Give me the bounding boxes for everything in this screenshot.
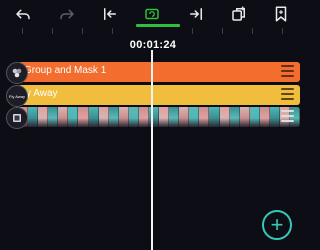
video-frame bbox=[209, 107, 220, 127]
video-frame bbox=[78, 107, 89, 127]
video-frame bbox=[28, 107, 39, 127]
video-frame bbox=[189, 107, 200, 127]
video-frame bbox=[108, 107, 119, 127]
video-frame bbox=[169, 107, 180, 127]
video-frames bbox=[18, 107, 300, 127]
playhead[interactable] bbox=[151, 50, 153, 250]
drag-handle-icon[interactable] bbox=[281, 65, 294, 77]
drag-handle-icon[interactable] bbox=[281, 110, 294, 122]
bookmark-icon[interactable] bbox=[270, 4, 292, 24]
video-frame bbox=[138, 107, 150, 127]
video-frame bbox=[118, 107, 129, 127]
video-frame bbox=[68, 107, 79, 127]
jump-end-icon[interactable] bbox=[185, 4, 207, 24]
video-frame bbox=[219, 107, 230, 127]
track-label: y Away bbox=[26, 88, 58, 99]
video-frame bbox=[159, 107, 170, 127]
loop-icon[interactable] bbox=[141, 4, 163, 24]
track-group-and-mask[interactable]: Group and Mask 1 bbox=[18, 62, 300, 82]
video-frame bbox=[259, 107, 270, 127]
track-fly-away[interactable]: y Away bbox=[18, 85, 300, 105]
track-video[interactable] bbox=[18, 107, 300, 127]
duplicate-icon[interactable] bbox=[228, 4, 250, 24]
jump-start-icon[interactable] bbox=[99, 4, 121, 24]
undo-icon[interactable] bbox=[12, 4, 34, 24]
video-frame bbox=[239, 107, 250, 127]
top-toolbar bbox=[0, 0, 314, 28]
video-frame bbox=[128, 107, 139, 127]
group-layer-icon bbox=[6, 62, 28, 84]
video-frame bbox=[199, 107, 210, 127]
video-frame bbox=[98, 107, 109, 127]
video-frame bbox=[58, 107, 69, 127]
video-frame bbox=[179, 107, 190, 127]
video-frame bbox=[269, 107, 281, 127]
video-frame bbox=[88, 107, 99, 127]
video-frame bbox=[38, 107, 49, 127]
drag-handle-icon[interactable] bbox=[281, 88, 294, 100]
video-clip-icon bbox=[6, 107, 28, 129]
text-layer-thumbnail: Fly Away bbox=[6, 85, 28, 107]
add-layer-button[interactable]: + bbox=[262, 210, 292, 240]
thumbnail-text: Fly Away bbox=[9, 93, 25, 99]
video-frame bbox=[229, 107, 240, 127]
redo-icon[interactable] bbox=[56, 4, 78, 24]
playhead-timecode: 00:01:24 bbox=[129, 39, 177, 51]
video-frame bbox=[249, 107, 260, 127]
video-frame bbox=[48, 107, 59, 127]
track-label: Group and Mask 1 bbox=[24, 65, 107, 76]
active-tool-indicator bbox=[136, 24, 180, 27]
